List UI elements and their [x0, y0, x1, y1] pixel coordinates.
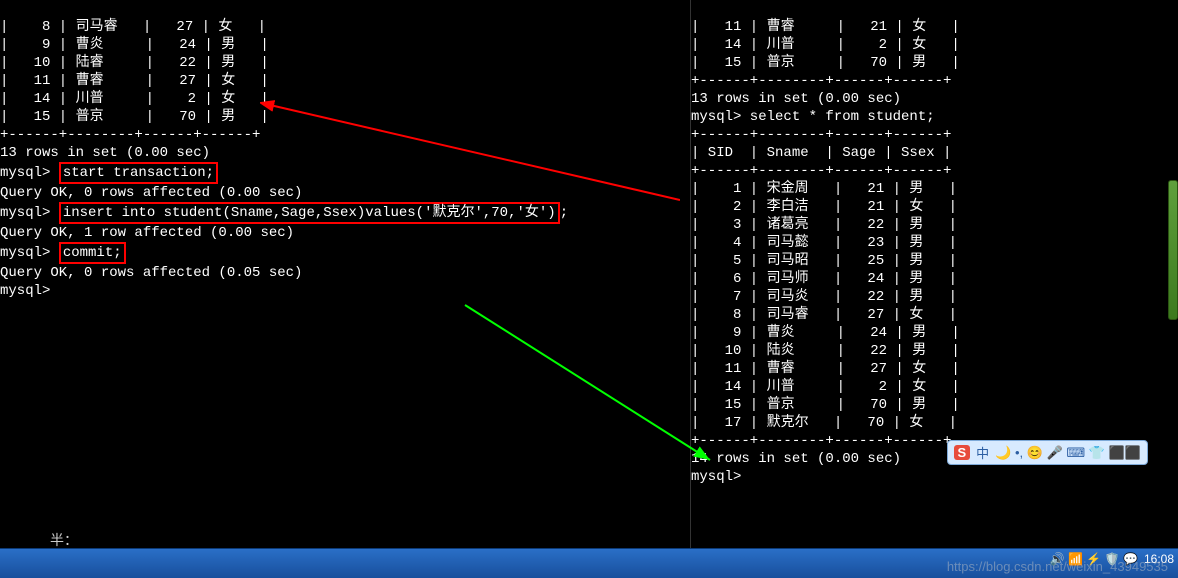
terminal-line: | 8 | 司马睿 | 27 | 女 |: [691, 306, 1178, 324]
terminal-line: | SID | Sname | Sage | Ssex |: [691, 144, 1178, 162]
cmd-line: mysql> commit;: [0, 242, 684, 264]
terminal-line: | 7 | 司马炎 | 22 | 男 |: [691, 288, 1178, 306]
ime-button[interactable]: 🎤: [1047, 445, 1063, 460]
highlight-box: commit;: [59, 242, 126, 264]
ime-button[interactable]: 😊: [1027, 445, 1043, 460]
cmd-line: mysql> insert into student(Sname,Sage,Ss…: [0, 202, 684, 224]
terminal-line: +------+--------+------+------+: [691, 126, 1178, 144]
terminal-line: | 11 | 曹睿 | 27 | 女 |: [691, 360, 1178, 378]
highlight-box: start transaction;: [59, 162, 218, 184]
terminal-line: | 10 | 陆睿 | 22 | 男 |: [0, 54, 684, 72]
terminal-line: | 14 | 川普 | 2 | 女 |: [691, 378, 1178, 396]
left-terminal[interactable]: | 8 | 司马睿 | 27 | 女 || 9 | 曹炎 | 24 | 男 ||…: [0, 0, 684, 578]
terminal-line: Query OK, 0 rows affected (0.05 sec): [0, 264, 684, 282]
terminal-line: | 17 | 默克尔 | 70 | 女 |: [691, 414, 1178, 432]
terminal-line: Query OK, 0 rows affected (0.00 sec): [0, 184, 684, 202]
terminal-line: 13 rows in set (0.00 sec): [691, 90, 1178, 108]
highlight-box: insert into student(Sname,Sage,Ssex)valu…: [59, 202, 560, 224]
terminal-line: Query OK, 1 row affected (0.00 sec): [0, 224, 684, 242]
terminal-line: | 11 | 曹睿 | 27 | 女 |: [0, 72, 684, 90]
ime-toolbar[interactable]: S 中 🌙 •, 😊 🎤 ⌨ 👕 ⬛⬛: [947, 440, 1149, 465]
watermark: https://blog.csdn.net/weixin_43949535: [947, 559, 1168, 574]
terminal-line: mysql>: [691, 468, 1178, 486]
ime-button[interactable]: 👕: [1089, 445, 1105, 460]
right-terminal[interactable]: | 11 | 曹睿 | 21 | 女 || 14 | 川普 | 2 | 女 ||…: [690, 0, 1178, 578]
terminal-line: | 6 | 司马师 | 24 | 男 |: [691, 270, 1178, 288]
terminal-line: +------+--------+------+------+: [0, 126, 684, 144]
terminal-line: | 8 | 司马睿 | 27 | 女 |: [0, 18, 684, 36]
terminal-line: | 15 | 普京 | 70 | 男 |: [691, 54, 1178, 72]
terminal-line: +------+--------+------+------+: [691, 72, 1178, 90]
terminal-line: | 9 | 曹炎 | 24 | 男 |: [691, 324, 1178, 342]
ime-logo-icon: S: [954, 445, 971, 460]
ime-lang[interactable]: 中: [976, 443, 989, 462]
ime-button[interactable]: 🌙: [995, 445, 1011, 460]
terminal-line: | 3 | 诸葛亮 | 22 | 男 |: [691, 216, 1178, 234]
scrollbar[interactable]: [1168, 180, 1178, 320]
terminal-line: | 1 | 宋金周 | 21 | 男 |: [691, 180, 1178, 198]
terminal-line: | 10 | 陆炎 | 22 | 男 |: [691, 342, 1178, 360]
cmd-line: mysql> start transaction;: [0, 162, 684, 184]
terminal-line: | 5 | 司马昭 | 25 | 男 |: [691, 252, 1178, 270]
terminal-line: +------+--------+------+------+: [691, 162, 1178, 180]
terminal-line: 13 rows in set (0.00 sec): [0, 144, 684, 162]
terminal-line: | 9 | 曹炎 | 24 | 男 |: [0, 36, 684, 54]
terminal-line: | 2 | 李白洁 | 21 | 女 |: [691, 198, 1178, 216]
half-note: 半：: [50, 530, 78, 550]
terminal-line: | 14 | 川普 | 2 | 女 |: [691, 36, 1178, 54]
terminal-line: mysql> select * from student;: [691, 108, 1178, 126]
ime-button[interactable]: •,: [1015, 445, 1023, 460]
terminal-line: | 15 | 普京 | 70 | 男 |: [0, 108, 684, 126]
ime-button[interactable]: ⌨: [1066, 445, 1085, 460]
terminal-line: | 15 | 普京 | 70 | 男 |: [691, 396, 1178, 414]
terminal-line: | 11 | 曹睿 | 21 | 女 |: [691, 18, 1178, 36]
terminal-line: | 4 | 司马懿 | 23 | 男 |: [691, 234, 1178, 252]
ime-button[interactable]: ⬛⬛: [1109, 445, 1141, 460]
terminal-line: | 14 | 川普 | 2 | 女 |: [0, 90, 684, 108]
terminal-line: mysql>: [0, 282, 684, 300]
